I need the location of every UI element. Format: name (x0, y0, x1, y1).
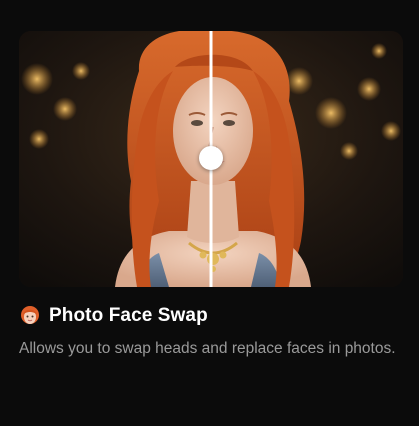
feature-card[interactable]: Photo Face Swap Allows you to swap heads… (0, 0, 419, 426)
card-description: Allows you to swap heads and replace fac… (19, 340, 396, 357)
before-after-comparison[interactable] (19, 31, 403, 287)
woman-red-hair-icon (21, 306, 39, 324)
card-title[interactable]: Photo Face Swap (49, 305, 208, 327)
slider-handle[interactable] (199, 146, 223, 170)
card-header: Photo Face Swap (19, 304, 208, 328)
